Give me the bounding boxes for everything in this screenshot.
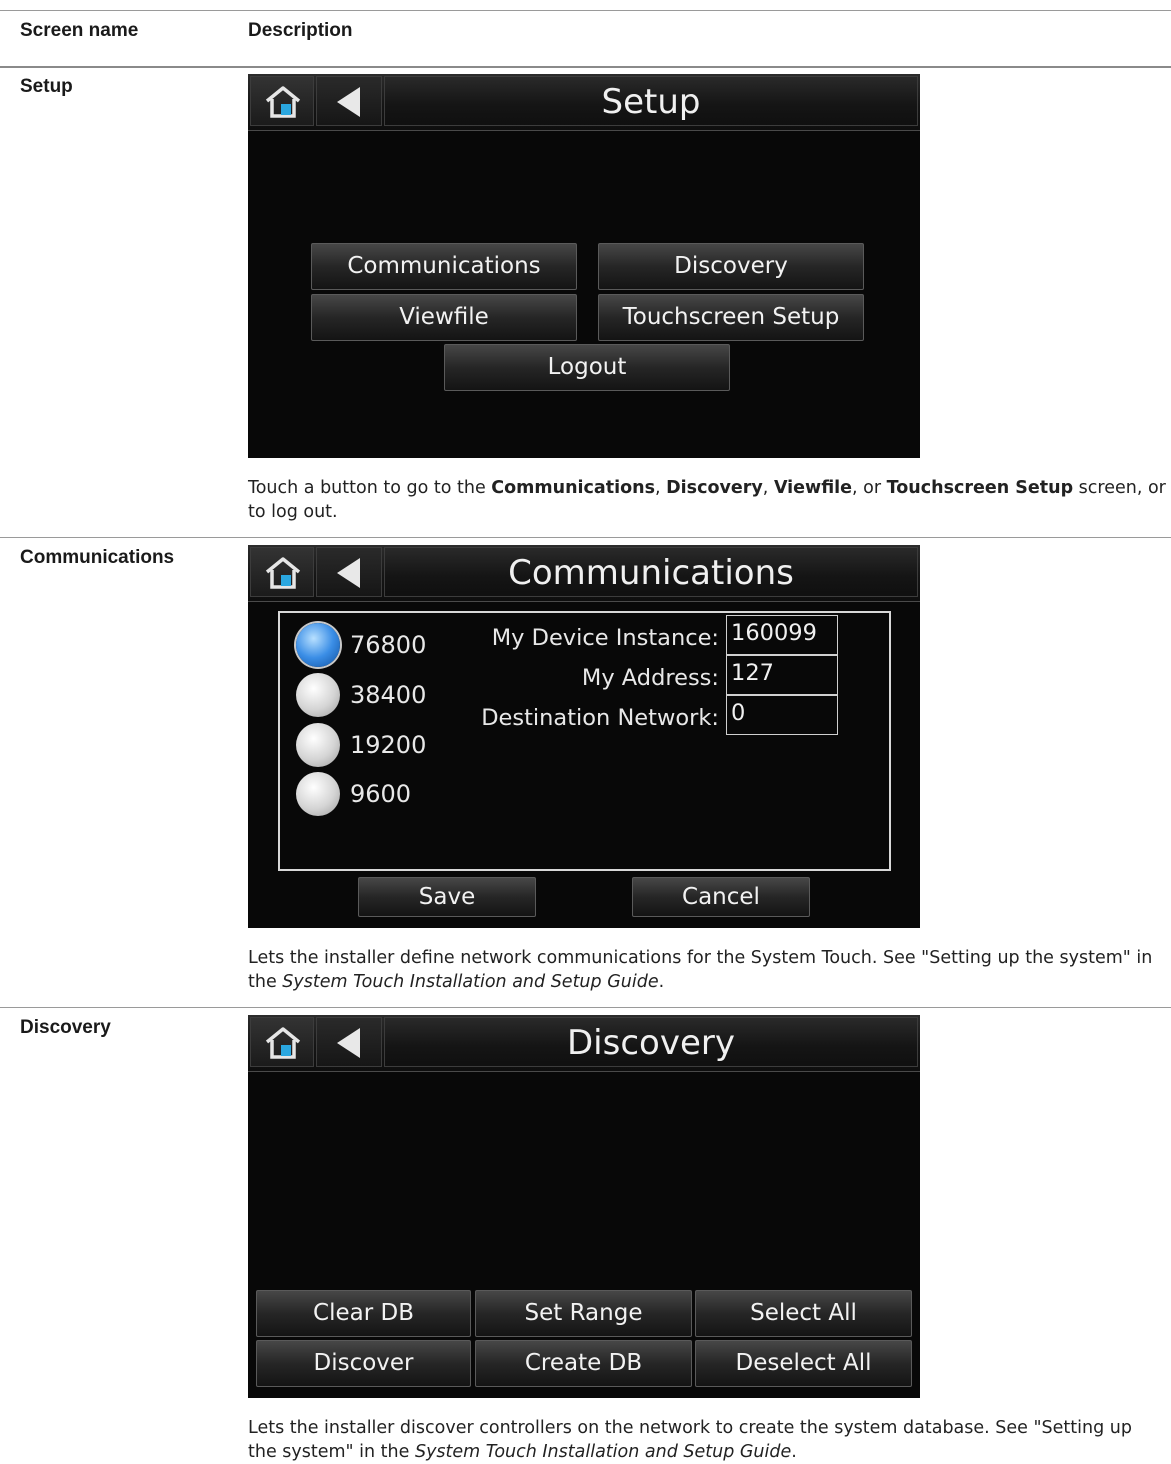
save-button[interactable]: Save [358, 877, 536, 917]
communications-button[interactable]: Communications [311, 243, 577, 290]
discover-button[interactable]: Discover [256, 1340, 471, 1387]
baud-radio-38400[interactable] [296, 673, 340, 717]
back-arrow-icon [337, 87, 360, 117]
baud-label: 19200 [350, 731, 427, 759]
viewfile-button[interactable]: Viewfile [311, 294, 577, 341]
device-instance-field[interactable]: 160099 [726, 615, 838, 655]
baud-label: 38400 [350, 681, 427, 709]
baud-radio-76800[interactable] [296, 623, 340, 667]
header-description: Description [248, 20, 353, 41]
title-bar: Discovery [248, 1015, 920, 1072]
baud-radio-19200[interactable] [296, 723, 340, 767]
clear-db-button[interactable]: Clear DB [256, 1290, 471, 1337]
back-button[interactable] [316, 76, 382, 126]
baud-radio-9600[interactable] [296, 772, 340, 816]
device-instance-label: My Device Instance: [491, 625, 719, 651]
home-button[interactable] [250, 76, 314, 126]
discovery-description: Lets the installer discover controllers … [248, 1418, 1132, 1462]
back-button[interactable] [316, 547, 382, 597]
my-address-label: My Address: [581, 665, 719, 691]
baud-label: 76800 [350, 631, 427, 659]
baud-label: 9600 [350, 780, 412, 808]
destination-network-label: Destination Network: [481, 705, 719, 731]
row-name-setup: Setup [20, 76, 73, 97]
home-icon [265, 1027, 301, 1059]
home-icon [265, 86, 301, 118]
communications-screen: Communications 76800 38400 19200 9600 My… [248, 545, 920, 928]
create-db-button[interactable]: Create DB [475, 1340, 692, 1387]
select-all-button[interactable]: Select All [695, 1290, 912, 1337]
deselect-all-button[interactable]: Deselect All [695, 1340, 912, 1387]
screen-title: Discovery [384, 1017, 918, 1067]
back-arrow-icon [337, 558, 360, 588]
row-name-communications: Communications [20, 547, 175, 568]
row-divider [0, 537, 1171, 538]
home-icon [265, 557, 301, 589]
header-rule [0, 66, 1171, 68]
setup-screen: Setup Communications Discovery Viewfile … [248, 74, 920, 458]
communications-description: Lets the installer define network commun… [248, 948, 1153, 992]
cancel-button[interactable]: Cancel [632, 877, 810, 917]
header-screen-name: Screen name [20, 20, 139, 41]
destination-network-field[interactable]: 0 [726, 695, 838, 735]
back-arrow-icon [337, 1028, 360, 1058]
screen-title: Setup [384, 76, 918, 126]
row-divider [0, 1007, 1171, 1008]
setup-description: Touch a button to go to the Communicatio… [248, 478, 1166, 522]
screen-title: Communications [384, 547, 918, 597]
row-name-discovery: Discovery [20, 1017, 111, 1038]
top-rule [0, 10, 1171, 11]
logout-button[interactable]: Logout [444, 344, 730, 391]
home-button[interactable] [250, 1017, 314, 1067]
title-bar: Setup [248, 74, 920, 131]
communications-panel: 76800 38400 19200 9600 My Device Instanc… [278, 611, 891, 871]
discovery-button[interactable]: Discovery [598, 243, 864, 290]
set-range-button[interactable]: Set Range [475, 1290, 692, 1337]
title-bar: Communications [248, 545, 920, 602]
my-address-field[interactable]: 127 [726, 655, 838, 695]
home-button[interactable] [250, 547, 314, 597]
touchscreen-setup-button[interactable]: Touchscreen Setup [598, 294, 864, 341]
discovery-screen: Discovery Clear DB Set Range Select All … [248, 1015, 920, 1398]
back-button[interactable] [316, 1017, 382, 1067]
